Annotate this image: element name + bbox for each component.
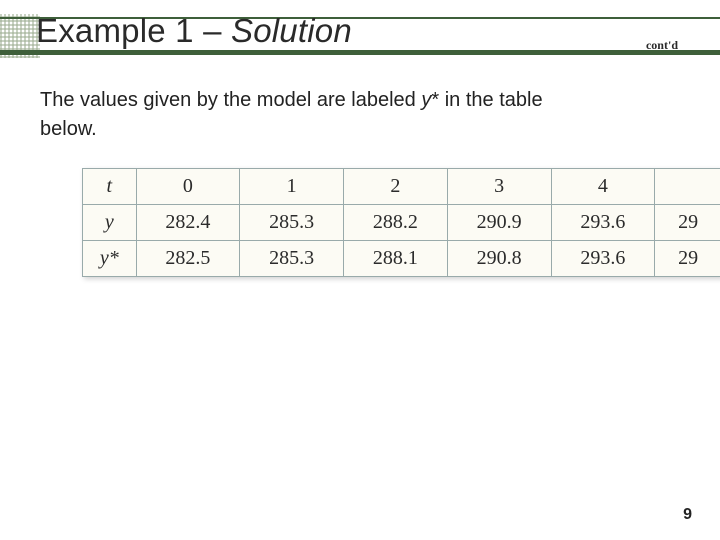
row-label-ystar-text: y* — [100, 247, 119, 269]
body-line1-b: in the table — [439, 89, 542, 111]
row-label-t: t — [83, 169, 137, 205]
cell — [655, 169, 720, 205]
table-row: y* 282.5 285.3 288.1 290.8 293.6 29 — [83, 241, 720, 277]
cell: 0 — [136, 169, 240, 205]
data-table-container: t 0 1 2 3 4 y 282.4 285.3 288.2 290.9 29… — [82, 168, 720, 277]
body-line1-a: The values given by the model are labele… — [40, 89, 421, 111]
cell: 2 — [344, 169, 448, 205]
cell: 282.4 — [136, 205, 240, 241]
row-label-ystar: y* — [83, 241, 137, 277]
body-paragraph: The values given by the model are labele… — [40, 86, 660, 144]
cell: 1 — [240, 169, 344, 205]
page-title: Example 1 – Solution — [36, 12, 352, 50]
title-plain: Example 1 – — [36, 12, 231, 49]
cell: 285.3 — [240, 241, 344, 277]
cell: 3 — [447, 169, 551, 205]
table-row: y 282.4 285.3 288.2 290.9 293.6 29 — [83, 205, 720, 241]
cell: 29 — [655, 205, 720, 241]
cell: 288.2 — [344, 205, 448, 241]
header-rule-thick — [0, 50, 720, 55]
cell: 285.3 — [240, 205, 344, 241]
cell: 293.6 — [551, 241, 655, 277]
row-label-y: y — [83, 205, 137, 241]
cell: 288.1 — [344, 241, 448, 277]
data-table: t 0 1 2 3 4 y 282.4 285.3 288.2 290.9 29… — [82, 168, 720, 277]
page-number: 9 — [683, 506, 692, 524]
table-row: t 0 1 2 3 4 — [83, 169, 720, 205]
title-italic: Solution — [231, 12, 352, 49]
cell: 293.6 — [551, 205, 655, 241]
body-y-star: * — [431, 89, 439, 111]
body-y-italic: y — [421, 89, 431, 111]
body-line2: below. — [40, 118, 97, 140]
cell: 4 — [551, 169, 655, 205]
cell: 290.8 — [447, 241, 551, 277]
cell: 290.9 — [447, 205, 551, 241]
cell: 29 — [655, 241, 720, 277]
slide-header: Example 1 – Solution cont'd — [0, 0, 720, 58]
cell: 282.5 — [136, 241, 240, 277]
